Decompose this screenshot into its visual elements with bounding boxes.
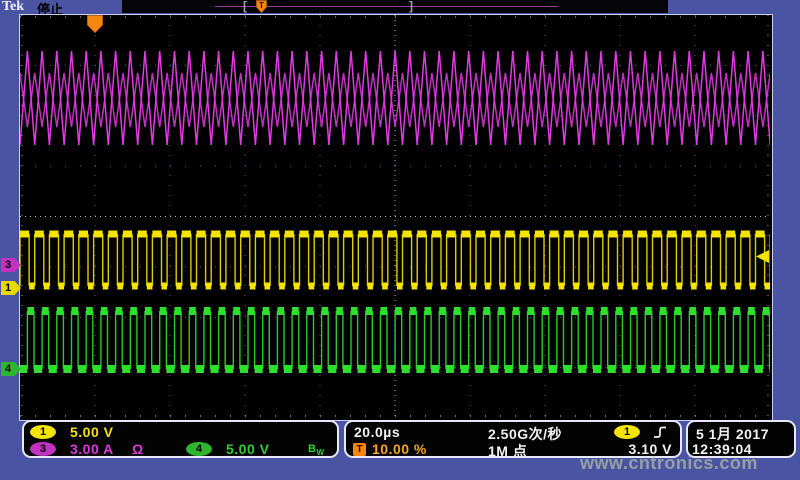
record-window-right-bracket: ] <box>409 0 413 13</box>
header-bar: Tek 停止 [ ] T <box>0 0 800 14</box>
trigger-position-marker: T <box>87 15 103 33</box>
ch1-badge: 1 <box>30 425 56 439</box>
rising-edge-icon <box>652 425 668 440</box>
ch4-badge: 4 <box>186 442 212 456</box>
ch1-scale-readout: 5.00 V <box>70 424 113 440</box>
record-view-trigger-icon: T <box>256 0 267 13</box>
record-window-left-bracket: [ <box>243 0 247 13</box>
ch3-badge: 3 <box>30 442 56 456</box>
ch3-coupling-ohm-icon: Ω <box>132 441 144 457</box>
channel-readout-box: 1 5.00 V 3 3.00 A Ω 4 5.00 V BW <box>22 420 339 458</box>
trigger-shield-icon: T <box>256 0 267 13</box>
brand-logo: Tek <box>2 0 24 15</box>
timebase-readout: 20.0µs <box>354 424 400 440</box>
record-view: [ ] T <box>122 0 668 13</box>
record-length-readout: 1M 点 <box>488 441 527 461</box>
trigger-source-badge: 1 <box>614 425 640 439</box>
ch3-ground-marker: 3 <box>1 258 21 272</box>
waveform-display <box>19 14 773 421</box>
trigger-shield-icon <box>87 15 103 33</box>
waveform-svg <box>20 15 770 418</box>
ch4-scale-readout: 5.00 V <box>226 441 269 457</box>
ch3-scale-readout: 3.00 A <box>70 441 114 457</box>
watermark-text: www.cntronics.com <box>580 453 758 474</box>
trigger-position-readout: 10.00 % <box>372 441 427 457</box>
svg-text:T: T <box>259 1 264 10</box>
ch4-bandwidth-icon: BW <box>308 443 325 457</box>
ch4-ground-marker: 4 <box>1 362 21 376</box>
ch1-ground-marker: 1 <box>1 281 21 295</box>
trigger-position-badge-icon: T <box>353 443 366 456</box>
